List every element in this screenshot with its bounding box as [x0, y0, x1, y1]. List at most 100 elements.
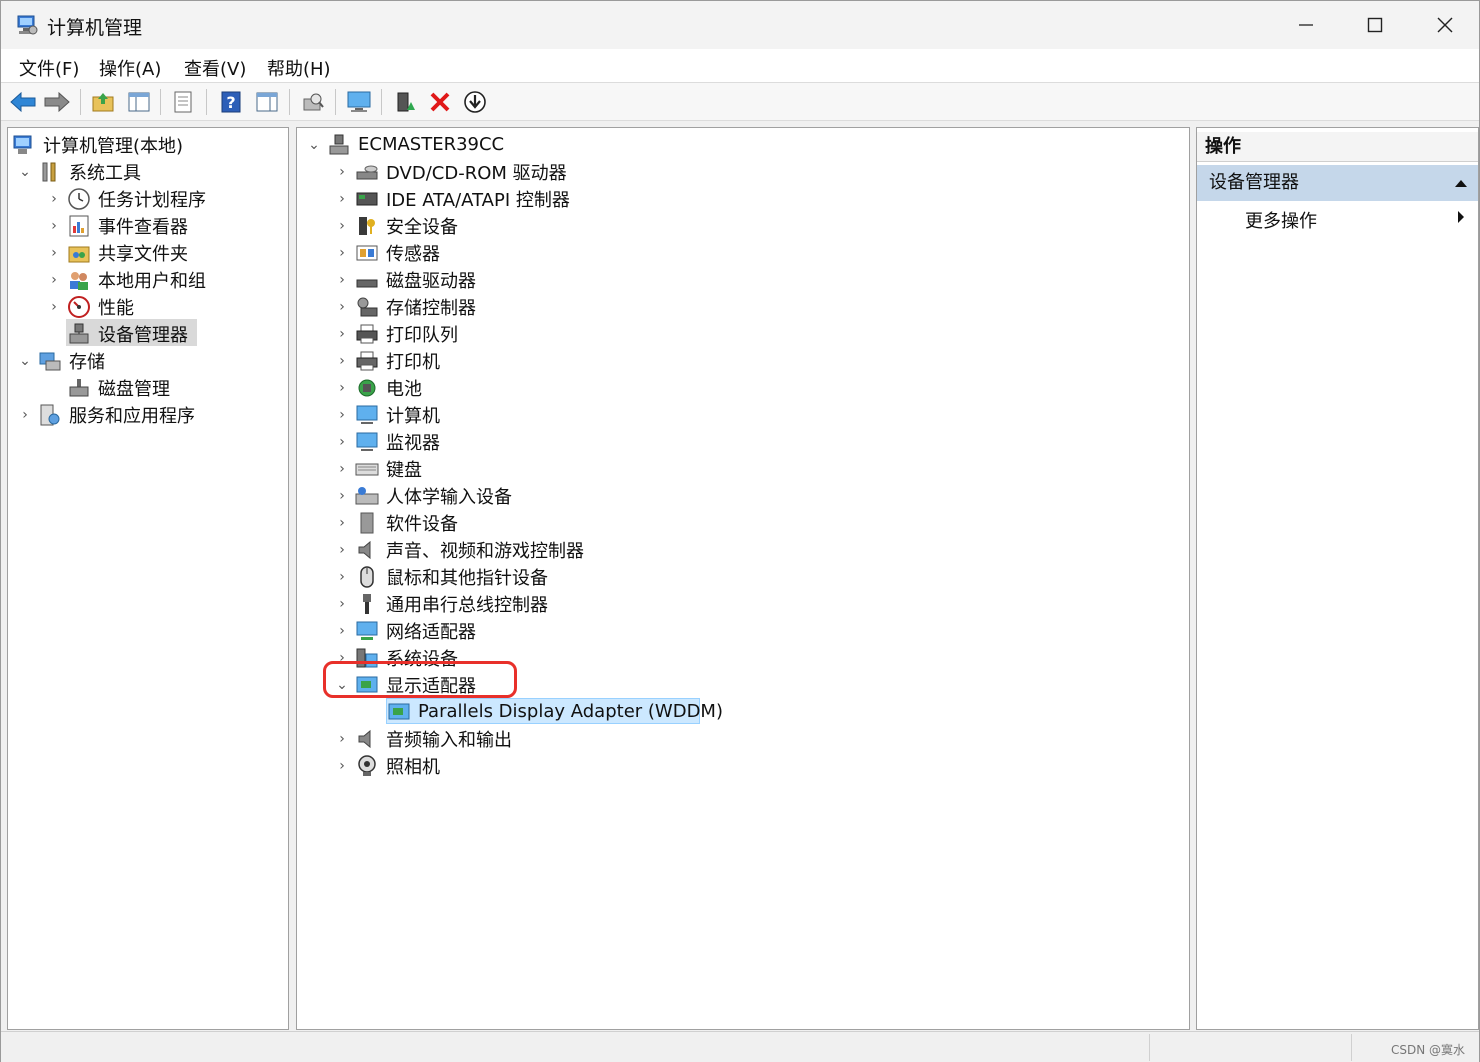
device-category[interactable]: › 软件设备 — [333, 509, 458, 536]
device-category[interactable]: › 打印队列 — [333, 320, 458, 347]
computer-button[interactable] — [345, 88, 373, 116]
tree-node-system-tools[interactable]: ⌄ 系统工具 — [16, 158, 141, 185]
device-category-label: 通用串行总线控制器 — [386, 594, 548, 616]
services-icon — [40, 404, 60, 425]
chevron-right-icon[interactable]: › — [333, 244, 351, 262]
chevron-right-icon[interactable]: › — [333, 514, 351, 532]
device-category[interactable]: › 监视器 — [333, 428, 440, 455]
chevron-right-icon[interactable]: › — [333, 433, 351, 451]
chevron-right-icon[interactable]: › — [333, 541, 351, 559]
menu-help[interactable]: 帮助(H) — [267, 55, 331, 81]
chevron-right-icon[interactable]: › — [333, 487, 351, 505]
chevron-right-icon[interactable]: › — [45, 244, 63, 262]
tree-node-label: 磁盘管理 — [98, 378, 170, 400]
actions-section-device-manager[interactable]: 设备管理器 — [1197, 165, 1478, 201]
chevron-down-icon[interactable]: ⌄ — [16, 352, 34, 370]
tree-node-storage[interactable]: ⌄ 存储 — [16, 347, 105, 374]
tree-node-performance[interactable]: › 性能 — [45, 293, 134, 320]
chevron-right-icon[interactable]: › — [333, 730, 351, 748]
tree-node-local-users[interactable]: › 本地用户和组 — [45, 266, 206, 293]
tree-node-device-manager[interactable]: 设备管理器 — [67, 320, 188, 347]
device-category[interactable]: › 电池 — [333, 374, 422, 401]
tree-node-shared-folders[interactable]: › 共享文件夹 — [45, 239, 188, 266]
device-category[interactable]: › DVD/CD-ROM 驱动器 — [333, 158, 566, 185]
chevron-right-icon[interactable]: › — [45, 217, 63, 235]
menu-view[interactable]: 查看(V) — [184, 55, 246, 81]
actions-pane: 操作 设备管理器 更多操作 — [1196, 127, 1479, 1030]
device-category-label: 计算机 — [386, 405, 440, 427]
chevron-right-icon[interactable]: › — [333, 460, 351, 478]
show-hide-action-pane-button[interactable] — [253, 88, 281, 116]
close-button[interactable] — [1410, 1, 1480, 49]
collapse-up-icon[interactable] — [1454, 178, 1468, 188]
chevron-right-icon[interactable]: › — [333, 568, 351, 586]
device-root[interactable]: ⌄ ECMASTER39CC — [305, 131, 504, 158]
chevron-right-icon[interactable]: › — [333, 217, 351, 235]
tree-node-root[interactable]: 计算机管理(本地) — [12, 131, 183, 158]
device-category[interactable]: › 计算机 — [333, 401, 440, 428]
chevron-right-icon[interactable]: › — [45, 298, 63, 316]
scan-hardware-button[interactable] — [299, 88, 327, 116]
device-category[interactable]: › 打印机 — [333, 347, 440, 374]
chevron-right-icon[interactable]: › — [16, 406, 34, 424]
computer-tower-icon — [329, 134, 349, 154]
device-category[interactable]: › 传感器 — [333, 239, 440, 266]
up-folder-button[interactable] — [89, 88, 117, 116]
device-manager-icon — [69, 323, 89, 343]
tree-node-label: 任务计划程序 — [98, 189, 206, 211]
chevron-right-icon[interactable]: › — [45, 190, 63, 208]
device-category[interactable]: › 网络适配器 — [333, 617, 476, 644]
tree-node-task-scheduler[interactable]: › 任务计划程序 — [45, 185, 206, 212]
chevron-right-icon[interactable]: › — [333, 406, 351, 424]
minimize-button[interactable] — [1271, 1, 1341, 49]
chevron-right-icon[interactable]: › — [333, 379, 351, 397]
device-category[interactable]: › 存储控制器 — [333, 293, 476, 320]
device-category[interactable]: › 声音、视频和游戏控制器 — [333, 536, 584, 563]
chevron-down-icon[interactable]: ⌄ — [16, 163, 34, 181]
title-bar: 计算机管理 — [1, 1, 1479, 49]
device-category[interactable]: › 照相机 — [333, 752, 440, 779]
minimize-icon — [1299, 24, 1313, 26]
chevron-right-icon[interactable]: › — [45, 271, 63, 289]
chevron-right-icon[interactable]: › — [333, 595, 351, 613]
more-actions-item[interactable]: 更多操作 — [1245, 207, 1317, 233]
tree-node-disk-management[interactable]: 磁盘管理 — [67, 374, 170, 401]
device-category[interactable]: › 安全设备 — [333, 212, 458, 239]
device-category[interactable]: › 磁盘驱动器 — [333, 266, 476, 293]
chevron-down-icon[interactable]: ⌄ — [305, 136, 323, 154]
device-category[interactable]: › 通用串行总线控制器 — [333, 590, 548, 617]
device-category[interactable]: › 鼠标和其他指针设备 — [333, 563, 548, 590]
chevron-right-icon[interactable]: › — [333, 757, 351, 775]
submenu-arrow-icon[interactable] — [1456, 210, 1466, 224]
show-hide-console-tree-button[interactable] — [125, 88, 153, 116]
device-category[interactable]: › 人体学输入设备 — [333, 482, 512, 509]
chevron-right-icon[interactable]: › — [333, 163, 351, 181]
forward-icon — [44, 91, 70, 113]
chevron-right-icon[interactable]: › — [333, 352, 351, 370]
chevron-right-icon[interactable]: › — [333, 325, 351, 343]
menu-file[interactable]: 文件(F) — [19, 55, 79, 81]
chevron-right-icon[interactable]: › — [333, 622, 351, 640]
disable-device-button[interactable] — [461, 88, 489, 116]
help-button[interactable]: ? — [217, 88, 245, 116]
device-category[interactable]: › 音频输入和输出 — [333, 725, 512, 752]
device-parallels-display-adapter[interactable]: Parallels Display Adapter (WDDM) — [387, 698, 723, 725]
tree-node-label: 存储 — [69, 351, 105, 373]
forward-button[interactable] — [43, 88, 71, 116]
status-bar: CSDN @寞水 — [1, 1031, 1479, 1062]
chevron-right-icon[interactable]: › — [333, 298, 351, 316]
uninstall-device-button[interactable] — [426, 88, 454, 116]
export-list-button[interactable] — [169, 88, 197, 116]
device-category[interactable]: › 键盘 — [333, 455, 422, 482]
menu-action[interactable]: 操作(A) — [99, 55, 161, 81]
device-category[interactable]: › IDE ATA/ATAPI 控制器 — [333, 185, 570, 212]
maximize-button[interactable] — [1340, 1, 1410, 49]
back-button[interactable] — [9, 88, 37, 116]
tree-node-services-apps[interactable]: › 服务和应用程序 — [16, 401, 195, 428]
update-driver-button[interactable] — [391, 88, 419, 116]
chevron-right-icon[interactable]: › — [333, 190, 351, 208]
tree-node-event-viewer[interactable]: › 事件查看器 — [45, 212, 188, 239]
computer-icon — [356, 405, 378, 424]
help-icon: ? — [221, 91, 241, 113]
chevron-right-icon[interactable]: › — [333, 271, 351, 289]
